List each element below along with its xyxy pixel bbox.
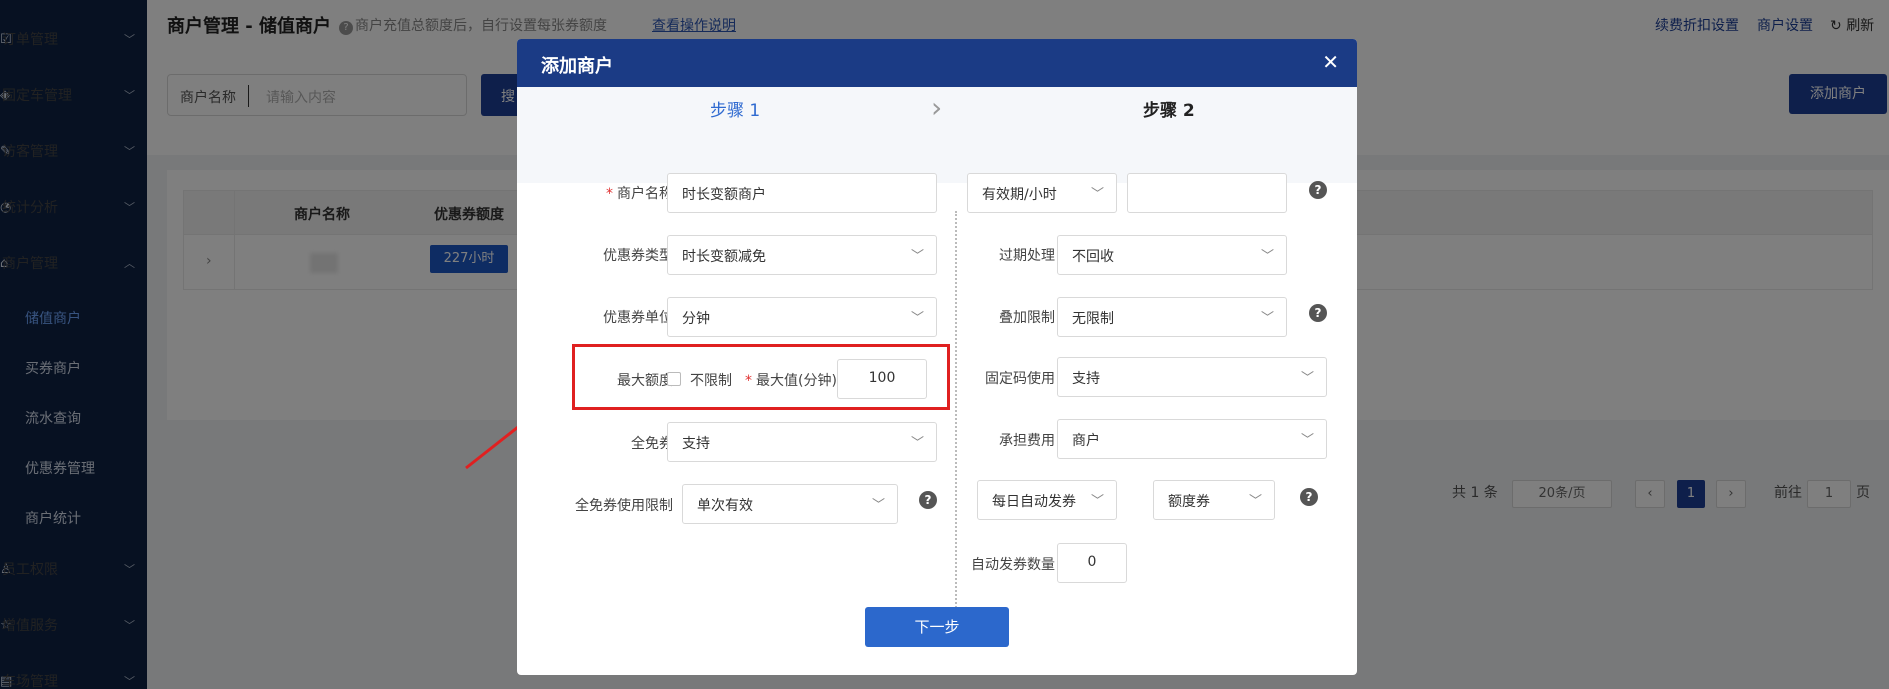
select-value: 时长变额减免: [682, 249, 766, 265]
coupon-unit-select[interactable]: 分钟 ﹀: [667, 297, 937, 337]
select-value: 支持: [682, 436, 710, 452]
fixed-code-select[interactable]: 支持 ﹀: [1057, 357, 1327, 397]
chevron-down-icon: ﹀: [1260, 249, 1274, 264]
validity-type-select[interactable]: 有效期/小时 ﹀: [967, 173, 1117, 213]
free-limit-select[interactable]: 单次有效 ﹀: [682, 484, 898, 524]
free-limit-label: 全免券使用限制: [575, 498, 673, 514]
chevron-down-icon: ﹀: [1090, 494, 1104, 509]
label-text: 商户名称: [617, 186, 673, 202]
chevron-down-icon: ﹀: [1300, 371, 1314, 386]
free-coupon-select[interactable]: 支持 ﹀: [667, 422, 937, 462]
expire-select[interactable]: 不回收 ﹀: [1057, 235, 1287, 275]
help-icon[interactable]: ?: [1309, 181, 1327, 199]
coupon-type-label: 优惠券类型: [603, 248, 673, 264]
select-value: 额度券: [1168, 494, 1210, 510]
coupon-kind-select[interactable]: 额度券 ﹀: [1153, 480, 1275, 520]
merchant-name-label: * 商户名称: [606, 186, 673, 202]
select-value: 无限制: [1072, 311, 1114, 327]
validity-hours-input[interactable]: [1127, 173, 1287, 213]
step-2[interactable]: 步骤 2: [1143, 96, 1195, 121]
dialog-header: 添加商户 ✕: [517, 39, 1357, 87]
fixed-code-label: 固定码使用: [985, 371, 1055, 387]
chevron-down-icon: ﹀: [910, 311, 924, 326]
select-value: 每日自动发券: [992, 494, 1076, 510]
fee-label: 承担费用: [999, 433, 1055, 449]
max-value-label: * 最大值(分钟): [745, 373, 837, 389]
select-value: 单次有效: [697, 498, 753, 514]
auto-count-input[interactable]: 0: [1057, 543, 1127, 583]
help-icon[interactable]: ?: [1309, 304, 1327, 322]
add-merchant-dialog: 添加商户 ✕ 步骤 1 › 步骤 2 * 商户名称 时长变额商户 优惠券类型 时长…: [517, 39, 1357, 675]
chevron-right-icon: ›: [931, 91, 943, 124]
select-value: 商户: [1072, 433, 1100, 449]
select-value: 支持: [1072, 371, 1100, 387]
next-step-button[interactable]: 下一步: [865, 607, 1009, 647]
select-value: 不回收: [1072, 249, 1114, 265]
label-text: 最大值(分钟): [756, 373, 837, 389]
select-value: 有效期/小时: [982, 187, 1057, 203]
free-coupon-label: 全免券: [631, 436, 673, 452]
daily-auto-select[interactable]: 每日自动发券 ﹀: [977, 480, 1117, 520]
dialog-title: 添加商户: [541, 56, 613, 77]
chevron-down-icon: ﹀: [871, 498, 885, 513]
coupon-unit-label: 优惠券单位: [603, 310, 673, 326]
max-amount-label: 最大额度: [617, 373, 673, 389]
stack-select[interactable]: 无限制 ﹀: [1057, 297, 1287, 337]
merchant-name-input[interactable]: 时长变额商户: [667, 173, 937, 213]
chevron-down-icon: ﹀: [1248, 494, 1262, 509]
help-icon[interactable]: ?: [1300, 488, 1318, 506]
coupon-type-select[interactable]: 时长变额减免 ﹀: [667, 235, 937, 275]
unlimited-checkbox[interactable]: [667, 372, 681, 386]
chevron-down-icon: ﹀: [910, 249, 924, 264]
auto-count-label: 自动发券数量: [971, 557, 1055, 573]
chevron-down-icon: ﹀: [1300, 433, 1314, 448]
max-value-input[interactable]: 100: [837, 359, 927, 399]
unlimited-label: 不限制: [690, 373, 732, 389]
expire-label: 过期处理: [999, 248, 1055, 264]
chevron-down-icon: ﹀: [1260, 311, 1274, 326]
stack-label: 叠加限制: [999, 310, 1055, 326]
select-value: 分钟: [682, 311, 710, 327]
help-icon[interactable]: ?: [919, 491, 937, 509]
chevron-down-icon: ﹀: [910, 436, 924, 451]
fee-select[interactable]: 商户 ﹀: [1057, 419, 1327, 459]
close-icon[interactable]: ✕: [1322, 50, 1339, 74]
step-1[interactable]: 步骤 1: [710, 96, 760, 121]
chevron-down-icon: ﹀: [1090, 187, 1104, 202]
